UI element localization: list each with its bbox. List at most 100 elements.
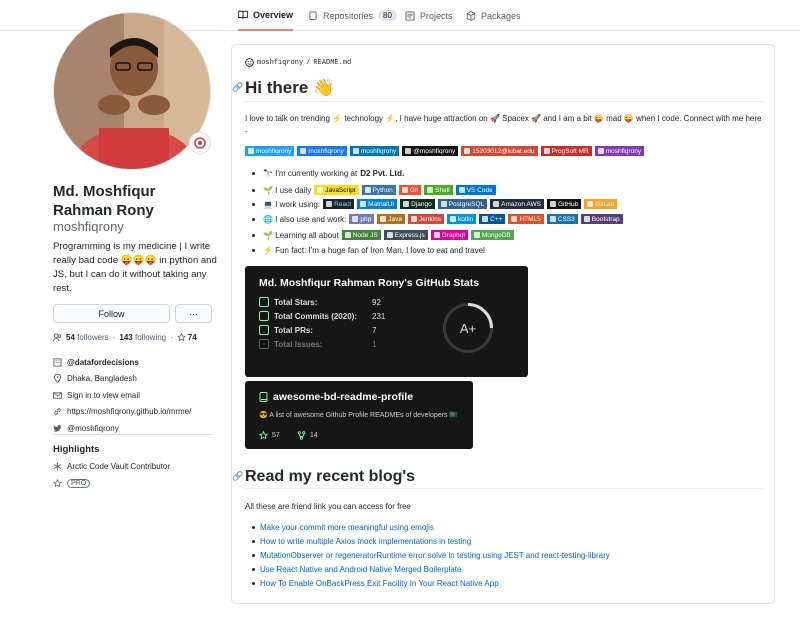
vcard-location-text: Dhaka, Bangladesh <box>67 374 137 384</box>
profile-name-line1: Md. Moshfiqur <box>53 183 156 200</box>
tech-badge: GitLab <box>584 199 618 209</box>
social-badge[interactable]: moshfiqrony <box>297 146 347 156</box>
anchor-link-icon[interactable]: 🔗 <box>232 471 243 482</box>
repo-icon <box>259 392 268 402</box>
tech-icon <box>386 232 393 238</box>
followers-link[interactable]: 54 followers <box>66 333 109 342</box>
vcard-email[interactable]: Sign in to view email <box>53 387 223 404</box>
separator-dot: · <box>112 333 116 342</box>
star-icon <box>53 479 62 488</box>
link-icon <box>54 408 61 416</box>
tech-icon <box>549 216 556 222</box>
tech-badge: JavaScript <box>314 185 359 195</box>
following-link[interactable]: 143 following <box>119 333 166 342</box>
tech-icon <box>440 201 447 207</box>
readme-path: moshfiqrony / README.md <box>245 58 351 67</box>
tech-badge-label: Java <box>388 215 402 223</box>
tech-badge: React <box>323 199 355 209</box>
vcard-org[interactable]: @datafordecisions <box>53 354 223 371</box>
anchor-link-icon[interactable]: 🔗 <box>232 82 243 93</box>
blog-link-text: How to write multiple Axios mock impleme… <box>260 537 472 546</box>
heading-rule <box>245 101 763 102</box>
more-options-button[interactable]: ··· <box>175 304 212 323</box>
repo-description: 😎 A list of awesome Github Profile READM… <box>259 412 459 419</box>
social-badge[interactable]: moshfiqrony <box>245 146 295 156</box>
social-badge[interactable]: moshfiqrony <box>349 146 400 156</box>
bullet-dot <box>252 526 255 529</box>
avatar-photo <box>54 13 210 169</box>
avatar[interactable] <box>53 12 211 170</box>
follow-button[interactable]: Follow <box>53 304 170 323</box>
tech-badge-label: React <box>334 200 352 208</box>
blog-link[interactable]: Make your commit more meaningful using e… <box>252 523 434 532</box>
mail-icon <box>53 392 62 399</box>
vcard-email-text: Sign in to view email <box>67 390 140 400</box>
tech-badge: Django <box>400 199 435 209</box>
bullet-dot <box>252 172 255 175</box>
readme-file-link[interactable]: README.md <box>313 59 351 67</box>
repo-forks: 14 <box>297 431 318 440</box>
blog-heading: Read my recent blog's <box>245 468 416 485</box>
social-badge[interactable]: moshfiqrony <box>594 146 645 156</box>
tech-icon <box>449 216 456 222</box>
tab-repositories[interactable]: Repositories 80 <box>308 0 397 31</box>
tech-icon <box>473 232 480 238</box>
tech-badge: kotlin <box>446 214 477 224</box>
social-badge[interactable]: ProgSoft MR <box>540 146 592 156</box>
grade-text: A+ <box>459 320 477 336</box>
tech-icon <box>587 201 594 207</box>
bullet-bold-text: D2 Pvt. Ltd. <box>360 169 405 178</box>
readme-owner-link[interactable]: moshfiqrony <box>257 59 303 67</box>
brand-icon <box>464 148 471 154</box>
stats-row-stars: Total Stars: 92 <box>259 297 381 307</box>
stats-row-prs: Total PRs: 7 <box>259 325 376 335</box>
tab-packages[interactable]: Packages <box>466 0 521 31</box>
status-button[interactable] <box>189 132 211 154</box>
blog-link[interactable]: MutationObserver or regeneratorRuntime e… <box>252 551 610 560</box>
tech-badge-label: HTML5 <box>519 215 541 223</box>
stats-label: Total Stars: <box>274 297 318 307</box>
tech-icon <box>410 216 417 222</box>
vcard-website[interactable]: https://moshfiqrony.github.io/mrme/ <box>53 404 223 421</box>
vcard-twitter-text: @moshfiqrony <box>67 423 119 433</box>
people-icon <box>53 333 62 342</box>
github-stats-card[interactable]: Md. Moshfiqur Rahman Rony's GitHub Stats… <box>245 266 528 377</box>
readme-bullet: 🌱 Learning all about Node JS Express.js Gra… <box>252 230 514 240</box>
tech-badge: CSS3 <box>546 214 578 224</box>
tab-overview[interactable]: Overview <box>238 0 294 31</box>
tech-badge-label: Amazon AWS <box>501 200 541 208</box>
organization-icon <box>53 358 62 367</box>
snowflake-icon <box>53 462 62 471</box>
profile-bio: Programming is my medicine | I write rea… <box>53 241 217 294</box>
stars-link[interactable]: 74 <box>176 333 197 342</box>
star-icon <box>176 333 186 342</box>
blog-link[interactable]: Use React Native and Android Native Merg… <box>252 565 461 574</box>
tech-badge-label: Python <box>372 186 393 194</box>
pro-badge: PRO <box>67 479 91 488</box>
smiley-icon <box>245 58 254 67</box>
tech-badge: Express.js <box>383 230 428 240</box>
tech-badge: Bootstrap <box>580 214 623 224</box>
readme-path-separator: / <box>306 58 311 67</box>
highlight-arctic[interactable]: Arctic Code Vault Contributor <box>53 462 170 471</box>
brand-icon <box>405 148 412 154</box>
pinned-repo-card[interactable]: awesome-bd-readme-profile 😎 A list of aw… <box>245 381 473 449</box>
highlights-title: Highlights <box>53 444 100 455</box>
tech-badge: Amazon AWS <box>490 199 544 209</box>
tech-icon <box>317 187 324 193</box>
vcard-location: Dhaka, Bangladesh <box>53 371 223 388</box>
location-icon <box>53 374 62 384</box>
social-badge-label: moshfiqrony <box>308 147 344 155</box>
blog-link[interactable]: How to write multiple Axios mock impleme… <box>252 537 471 546</box>
tab-projects[interactable]: Projects <box>405 0 453 31</box>
blog-link[interactable]: How To Enable OnBackPress Exit Facility … <box>252 579 499 588</box>
tech-icon <box>549 201 556 207</box>
social-badge-label: ProgSoft MR <box>551 147 589 155</box>
tech-badge-label: Git <box>409 186 419 194</box>
bullet-dot <box>252 554 255 557</box>
book-icon <box>238 10 248 19</box>
social-badge[interactable]: @moshfiqrony <box>402 146 459 156</box>
tech-badge-label: VS Code <box>466 186 493 194</box>
social-badge[interactable]: 15203012@iubat.edu <box>461 146 538 156</box>
bullet-dot <box>252 233 255 237</box>
